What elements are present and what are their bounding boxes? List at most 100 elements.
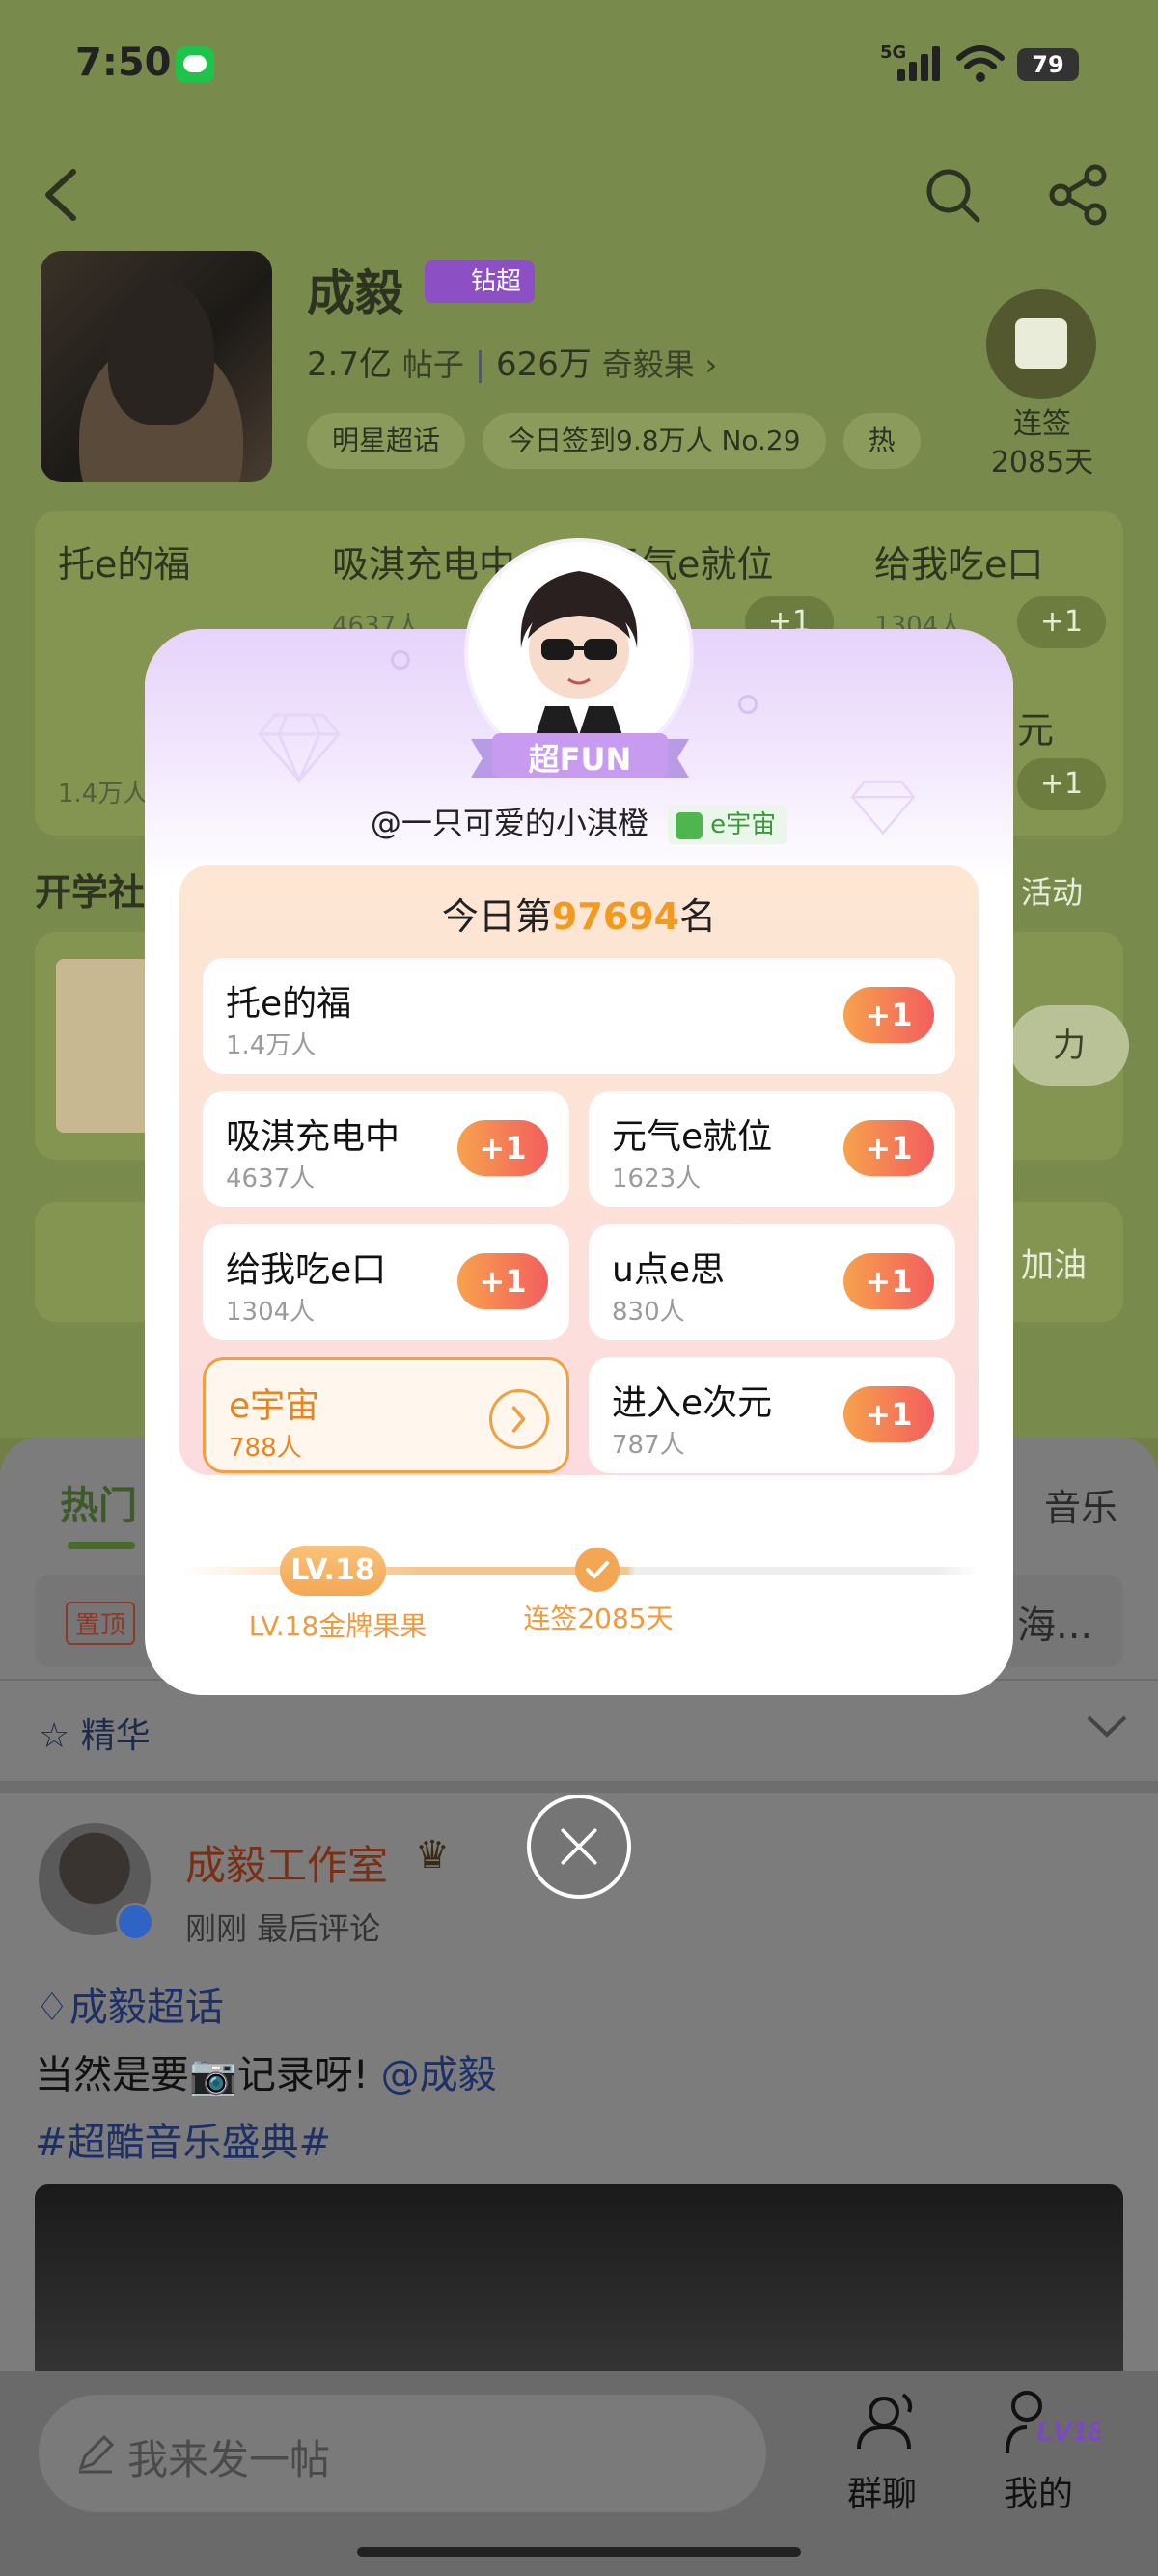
- mine-label[interactable]: 我的: [1004, 2466, 1073, 2516]
- bg-plus-button: +1: [1017, 596, 1106, 648]
- chevron-down-icon[interactable]: [1085, 1712, 1129, 1740]
- chip-hot[interactable]: 热: [842, 413, 921, 469]
- signal-icon: [897, 46, 946, 81]
- dot-decoration: [738, 695, 758, 714]
- plus-one-button[interactable]: +1: [843, 1253, 934, 1309]
- item-name: 托e的福: [226, 984, 352, 1024]
- item-name: 进入e次元: [612, 1384, 773, 1423]
- plus-one-button[interactable]: +1: [843, 1386, 934, 1442]
- divider: [0, 1781, 1158, 1793]
- checkin-item[interactable]: 进入e次元 787人 +1: [589, 1357, 955, 1473]
- checkin-count: 2085天: [990, 446, 1094, 480]
- group-chat-icon[interactable]: [849, 2389, 923, 2454]
- activity-button[interactable]: 力: [1009, 1005, 1129, 1086]
- verified-badge-icon: [116, 1903, 154, 1941]
- post-topic: 成毅超话: [69, 1986, 224, 2030]
- chevron-right-icon[interactable]: [489, 1389, 549, 1449]
- item-count: 1.4万人: [226, 1031, 317, 1060]
- bg-item-name: 元: [1017, 709, 1055, 752]
- section-title: 开学社: [35, 871, 146, 914]
- home-indicator: [357, 2547, 801, 2557]
- plus-one-button[interactable]: +1: [457, 1120, 548, 1176]
- cheer-link[interactable]: 加油: [1021, 1239, 1087, 1286]
- posts-label: 帖子: [401, 346, 464, 383]
- author-name[interactable]: 成毅工作室: [185, 1833, 388, 1892]
- checkin-item[interactable]: u点e思 830人 +1: [589, 1224, 955, 1340]
- item-name: u点e思: [612, 1250, 725, 1290]
- item-count: 830人: [612, 1298, 685, 1327]
- bg-item-name: 吸淇充电中: [332, 543, 516, 586]
- pinned-tag: 置顶: [66, 1602, 136, 1645]
- diamond-badge: 钻超: [425, 260, 536, 303]
- rank-number: 97694: [551, 895, 680, 938]
- diamond-decoration-icon: [258, 713, 341, 784]
- post-text-part: 记录呀!: [236, 2053, 369, 2097]
- status-time: 7:50: [75, 41, 172, 85]
- back-arrow-icon[interactable]: [39, 164, 81, 226]
- camera-icon: 📷: [189, 2053, 237, 2097]
- featured-filter[interactable]: ☆ 精华: [39, 1708, 151, 1758]
- mine-level: LV18: [1036, 2416, 1100, 2448]
- profile-icon[interactable]: LV18: [1004, 2385, 1100, 2458]
- fans-label[interactable]: 奇毅果: [602, 346, 695, 383]
- share-icon[interactable]: [1047, 162, 1111, 226]
- search-icon[interactable]: [922, 164, 983, 226]
- wifi-icon: [956, 45, 1005, 82]
- checkin-item[interactable]: 给我吃e口 1304人 +1: [203, 1224, 569, 1340]
- popup-username: @一只可爱的小淇橙: [370, 805, 648, 841]
- plus-one-button[interactable]: +1: [457, 1253, 548, 1309]
- pinned-title: 海...: [1017, 1603, 1093, 1648]
- checkin-streak-label: 连签2085天: [523, 1603, 674, 1634]
- ribbon-label: 超FUN: [528, 741, 632, 778]
- topic-stats: 2.7亿 帖子 | 626万 奇毅果 ›: [307, 345, 718, 384]
- checkin-item[interactable]: 元气e就位 1623人 +1: [589, 1091, 955, 1207]
- crown-icon: ♛: [415, 1833, 450, 1877]
- rank-panel: 今日第97694名 托e的福 1.4万人 +1 吸淇充电中 4637人 +1 元…: [179, 865, 979, 1475]
- item-name: e宇宙: [229, 1386, 320, 1426]
- close-icon[interactable]: [527, 1795, 631, 1899]
- rank-suffix: 名: [679, 895, 717, 938]
- posts-count: 2.7亿: [307, 345, 393, 384]
- item-count: 787人: [612, 1431, 685, 1460]
- checkin-label: 连签: [1013, 407, 1071, 441]
- tab-music[interactable]: 音乐: [1044, 1478, 1117, 1531]
- group-chat-label[interactable]: 群聊: [847, 2466, 917, 2516]
- checkin-item-selected[interactable]: e宇宙 788人: [203, 1357, 569, 1473]
- checkin-item[interactable]: 托e的福 1.4万人 +1: [203, 958, 955, 1074]
- check-badge-icon: [676, 811, 703, 839]
- pen-icon: [78, 2434, 115, 2474]
- section-more-link[interactable]: 活动: [1021, 868, 1083, 913]
- chevron-right-icon: ›: [704, 346, 718, 383]
- dot-decoration: [391, 650, 410, 670]
- featured-label: 精华: [80, 1716, 151, 1756]
- item-name: 给我吃e口: [226, 1250, 387, 1290]
- item-count: 1623人: [612, 1165, 702, 1193]
- user-tag: e宇宙: [668, 806, 788, 844]
- status-bar: 7:50 5G 79: [0, 0, 1158, 125]
- tab-hot[interactable]: 热门: [60, 1474, 137, 1530]
- chip-checkin-stats[interactable]: 今日签到9.8万人 No.29: [482, 413, 826, 469]
- topic-chips: 明星超话 今日签到9.8万人 No.29 热: [307, 413, 921, 469]
- fans-count: 626万: [495, 345, 592, 384]
- item-count: 1304人: [226, 1298, 316, 1327]
- plus-one-button[interactable]: +1: [843, 1120, 934, 1176]
- post-mention[interactable]: @成毅: [381, 2053, 497, 2097]
- compose-label: 我来发一帖: [127, 2436, 331, 2483]
- user-tag-label: e宇宙: [710, 810, 777, 839]
- checkin-calendar-icon[interactable]: [986, 289, 1096, 399]
- checkin-popup: 今日第97694名 托e的福 1.4万人 +1 吸淇充电中 4637人 +1 元…: [145, 629, 1013, 1695]
- post-hashtag[interactable]: #超酷音乐盛典#: [35, 2111, 331, 2167]
- item-name: 元气e就位: [612, 1117, 773, 1157]
- topic-cover-image[interactable]: [41, 251, 272, 482]
- message-app-icon: [176, 46, 214, 83]
- level-pill: LV.18: [280, 1546, 386, 1596]
- plus-one-button[interactable]: +1: [843, 987, 934, 1043]
- item-count: 4637人: [226, 1165, 316, 1193]
- chip-category[interactable]: 明星超话: [307, 413, 466, 469]
- post-meta: 刚刚 最后评论: [185, 1910, 381, 1947]
- bg-plus-button: +1: [1017, 758, 1106, 810]
- checkin-item[interactable]: 吸淇充电中 4637人 +1: [203, 1091, 569, 1207]
- post-topic-link[interactable]: ♢成毅超话: [35, 1976, 224, 2032]
- post-text: 当然是要📷记录呀! @成毅: [35, 2043, 497, 2099]
- level-label: LV.18金牌果果: [248, 1610, 427, 1642]
